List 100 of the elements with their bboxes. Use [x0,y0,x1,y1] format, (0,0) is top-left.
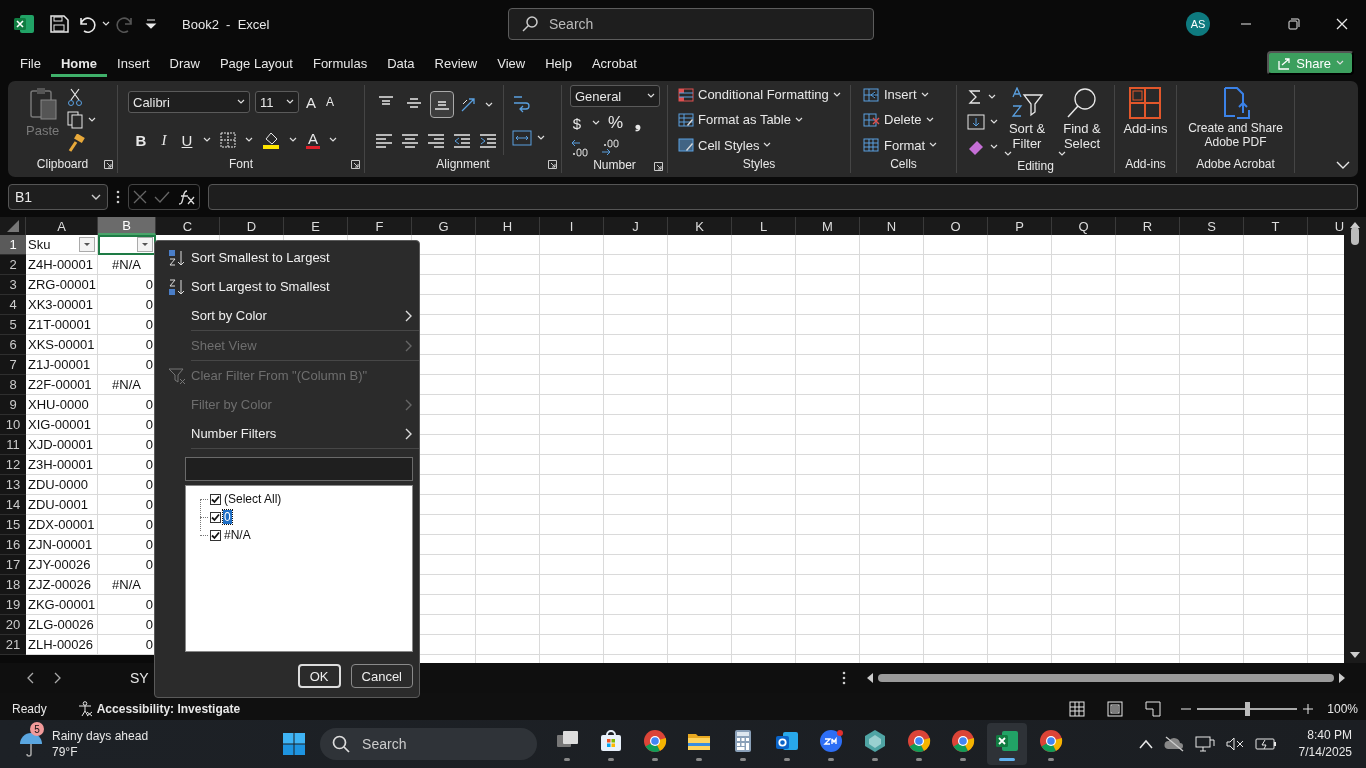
column-header[interactable]: J [604,217,668,235]
font-name-dropdown[interactable]: Calibri [128,91,250,113]
sort-filter-button[interactable]: Sort & Filter [1002,85,1052,159]
delete-cells-icon[interactable] [863,112,880,128]
column-header[interactable]: I [540,217,604,235]
row-header[interactable]: 19 [0,595,26,615]
row-header[interactable]: 6 [0,335,26,355]
caret-icon[interactable] [647,93,655,99]
column-header[interactable]: E [284,217,348,235]
row-header[interactable]: 11 [0,435,26,455]
italic-button[interactable]: I [157,131,171,149]
row-header[interactable]: 7 [0,355,26,375]
close-icon[interactable] [1336,18,1348,30]
search-field[interactable]: Search [508,8,874,40]
normal-view-icon[interactable] [1069,701,1086,717]
network-icon[interactable] [1194,735,1215,753]
clock-time[interactable]: 8:40 PM [1307,727,1352,744]
windows-logo-icon[interactable] [282,732,307,756]
taskbar-app-button[interactable] [987,723,1028,765]
format-painter-icon[interactable] [67,134,86,153]
ribbon-tab[interactable]: Data [377,49,425,77]
find-select-button[interactable]: Find & Select [1056,85,1108,159]
select-all-icon[interactable] [5,219,20,233]
collapse-ribbon-icon[interactable] [1336,161,1350,169]
share-icon[interactable] [1277,56,1292,70]
row-header[interactable]: 13 [0,475,26,495]
ribbon-tab[interactable]: Review [424,49,488,77]
menu-item[interactable]: Number Filters [155,419,419,448]
align-left-icon[interactable] [375,131,393,148]
cells-command-button[interactable]: Format [863,137,950,154]
row-header[interactable]: 12 [0,455,26,475]
dialog-launcher-icon[interactable] [104,160,113,169]
zoom-level[interactable]: 100% [1327,702,1358,716]
previous-sheet-icon[interactable] [26,672,34,684]
column-header[interactable]: T [1244,217,1308,235]
comma-style-button[interactable]: ❟ [631,114,646,132]
ribbon-tab[interactable]: Insert [107,49,160,77]
more-options-icon[interactable] [842,671,846,685]
ribbon-tab[interactable]: Page Layout [209,49,303,77]
cloud-off-icon[interactable] [1162,736,1185,752]
caret-icon[interactable] [832,91,841,98]
row-header[interactable]: 3 [0,275,26,295]
fill-color-icon[interactable] [262,131,280,149]
scroll-right-icon[interactable] [1338,673,1346,683]
column-header[interactable]: D [220,217,284,235]
wrap-text-icon[interactable] [512,93,532,113]
caret-icon[interactable] [91,193,101,201]
excel-logo-icon[interactable] [14,14,34,34]
caret-icon[interactable] [289,137,297,143]
chevron-up-icon[interactable] [1138,739,1153,749]
caret-icon[interactable] [763,142,772,149]
caret-icon[interactable] [1058,151,1066,157]
ribbon-tab[interactable]: Help [535,49,582,77]
video-call-icon[interactable] [818,727,845,754]
page-break-view-icon[interactable] [1145,701,1162,717]
copy-icon[interactable] [67,111,84,129]
font-color-button[interactable]: A [306,131,320,149]
caret-icon[interactable] [920,91,929,98]
caret-icon[interactable] [592,120,600,126]
column-header[interactable]: U [1308,217,1344,235]
menu-item[interactable]: Sort Smallest to Largest [155,243,419,272]
ribbon-tab[interactable]: View [487,49,536,77]
scroll-left-icon[interactable] [866,673,874,683]
format-table-icon[interactable] [678,112,694,128]
currency-button[interactable]: $ [570,114,584,132]
font-size-dropdown[interactable]: 11 [255,91,299,113]
column-header[interactable]: R [1116,217,1180,235]
caret-icon[interactable] [537,135,545,141]
row-header[interactable]: 5 [0,315,26,335]
caret-icon[interactable] [794,117,803,123]
checkbox[interactable] [210,529,221,541]
create-pdf-button[interactable]: Create and Share Adobe PDF [1179,85,1292,155]
caret-icon[interactable] [102,21,110,27]
insert-cells-icon[interactable] [863,86,880,103]
decrease-indent-icon[interactable] [453,131,471,148]
browser-icon[interactable] [906,727,933,754]
bold-button[interactable]: B [134,131,148,149]
more-options-icon[interactable] [116,190,120,204]
cancel-button[interactable]: Cancel [350,664,413,688]
ribbon-tab[interactable]: File [10,49,51,77]
align-right-icon[interactable] [427,131,445,148]
battery-charging-icon[interactable] [1254,737,1277,751]
eraser-icon[interactable] [967,138,985,155]
caret-icon[interactable] [990,119,998,125]
name-box[interactable]: B1 [8,184,108,210]
row-header[interactable]: 15 [0,515,26,535]
cancel-icon[interactable] [132,190,147,204]
scissors-icon[interactable] [67,87,84,106]
ribbon-tab[interactable]: Draw [159,49,210,77]
cells-command-button[interactable]: Delete [863,112,950,128]
caret-icon[interactable] [925,117,934,123]
autosum-icon[interactable] [967,89,983,106]
menu-item[interactable]: Sort by Color [155,301,419,330]
insert-function-icon[interactable] [177,189,196,205]
scrollbar-thumb[interactable] [878,674,1334,682]
column-header[interactable]: K [668,217,732,235]
cell-styles-icon[interactable] [678,137,694,154]
column-header[interactable]: G [412,217,476,235]
row-header[interactable]: 16 [0,535,26,555]
browser-icon[interactable] [950,727,977,754]
